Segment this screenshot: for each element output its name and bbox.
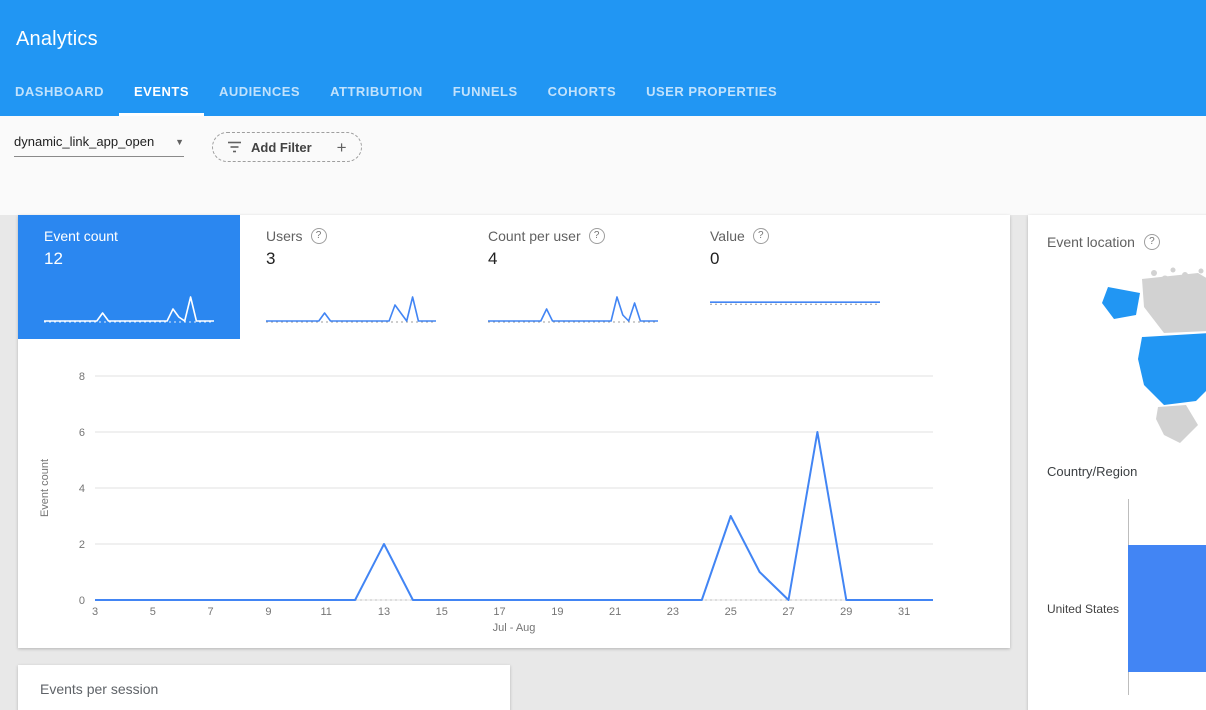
svg-text:25: 25 <box>725 606 737 618</box>
svg-text:Jul - Aug: Jul - Aug <box>493 622 536 634</box>
help-icon[interactable]: ? <box>753 228 769 244</box>
svg-text:11: 11 <box>320 606 331 618</box>
svg-text:21: 21 <box>609 606 621 618</box>
metric-value: 0 <box>710 249 880 269</box>
help-icon[interactable]: ? <box>1144 234 1160 250</box>
svg-text:15: 15 <box>436 606 448 618</box>
country-bar-row: United States <box>1028 545 1206 672</box>
tab-events[interactable]: EVENTS <box>119 70 204 116</box>
event-selector-value: dynamic_link_app_open <box>14 134 154 149</box>
help-icon[interactable]: ? <box>589 228 605 244</box>
country-bar-label: United States <box>1028 602 1128 616</box>
help-icon[interactable]: ? <box>311 228 327 244</box>
plus-icon: + <box>337 139 347 156</box>
metric-label: Count per user <box>488 228 581 244</box>
metric-sparkline <box>266 288 436 329</box>
svg-text:8: 8 <box>79 371 85 383</box>
metric-tile-event-count[interactable]: Event count 12 <box>18 215 240 339</box>
metric-value: 3 <box>266 249 436 269</box>
tab-user-properties[interactable]: USER PROPERTIES <box>631 70 792 116</box>
svg-text:29: 29 <box>840 606 852 618</box>
svg-text:7: 7 <box>208 606 214 618</box>
metric-sparkline <box>488 288 658 329</box>
country-region-label: Country/Region <box>1047 464 1137 479</box>
map-mexico <box>1156 405 1198 443</box>
svg-text:19: 19 <box>551 606 563 618</box>
metric-tile-users[interactable]: Users? 3 <box>240 215 462 339</box>
tab-dashboard[interactable]: DASHBOARD <box>0 70 119 116</box>
svg-text:2: 2 <box>79 539 85 551</box>
metric-label: Event count <box>44 228 118 244</box>
metric-label-row: Event count <box>44 228 214 244</box>
svg-text:4: 4 <box>79 483 85 495</box>
page-title: Analytics <box>16 28 98 51</box>
event-location-title-row: Event location ? <box>1047 234 1160 250</box>
svg-text:9: 9 <box>265 606 271 618</box>
country-bar-chart: United States <box>1028 499 1206 672</box>
tab-bar: DASHBOARDEVENTSAUDIENCESATTRIBUTIONFUNNE… <box>0 70 1206 116</box>
svg-text:6: 6 <box>79 427 85 439</box>
filter-icon <box>227 141 242 153</box>
metric-sparkline <box>710 288 880 329</box>
dropdown-caret-icon: ▼ <box>175 137 184 147</box>
tab-cohorts[interactable]: COHORTS <box>533 70 632 116</box>
map-alaska-highlighted <box>1102 287 1140 319</box>
metric-sparkline <box>44 288 214 329</box>
analytics-screen: Analytics DASHBOARDEVENTSAUDIENCESATTRIB… <box>0 0 1206 710</box>
metric-label: Value <box>710 228 745 244</box>
svg-text:31: 31 <box>898 606 910 618</box>
events-per-session-title: Events per session <box>40 681 158 697</box>
event-location-card: Event location ? Country/Reg <box>1028 215 1206 710</box>
svg-text:13: 13 <box>378 606 390 618</box>
svg-text:23: 23 <box>667 606 679 618</box>
world-map[interactable] <box>1046 263 1206 459</box>
metric-tile-count-per-user[interactable]: Count per user? 4 <box>462 215 684 339</box>
metric-label-row: Count per user? <box>488 228 658 244</box>
event-metrics-card: Event count 12 Users? 3 Count per user? 4 Valu… <box>18 215 1010 648</box>
svg-text:3: 3 <box>92 606 98 618</box>
metric-label-row: Users? <box>266 228 436 244</box>
event-count-line-chart: 0 2 4 6 8 3 5 7 9 11 13 15 17 19 21 23 25 27 29 31 Jul - Aug… <box>18 345 998 645</box>
metric-label: Users <box>266 228 303 244</box>
tab-attribution[interactable]: ATTRIBUTION <box>315 70 438 116</box>
tab-audiences[interactable]: AUDIENCES <box>204 70 315 116</box>
svg-text:17: 17 <box>493 606 505 618</box>
metric-value: 4 <box>488 249 658 269</box>
metric-label-row: Value? <box>710 228 880 244</box>
event-location-title: Event location <box>1047 234 1135 250</box>
event-selector-dropdown[interactable]: dynamic_link_app_open ▼ <box>14 134 184 157</box>
metric-value: 12 <box>44 249 214 269</box>
filter-bar: dynamic_link_app_open ▼ Add Filter + <box>0 116 1206 215</box>
tab-funnels[interactable]: FUNNELS <box>438 70 533 116</box>
map-united-states-highlighted <box>1138 333 1206 405</box>
svg-text:27: 27 <box>782 606 794 618</box>
country-bar[interactable] <box>1128 545 1206 672</box>
events-per-session-card: Events per session <box>18 665 510 710</box>
svg-text:Event count: Event count <box>39 459 51 517</box>
add-filter-button[interactable]: Add Filter + <box>212 132 362 162</box>
svg-text:5: 5 <box>150 606 156 618</box>
add-filter-label: Add Filter <box>251 140 312 155</box>
app-header: Analytics <box>0 0 1206 70</box>
metric-tile-value[interactable]: Value? 0 <box>684 215 906 339</box>
svg-text:0: 0 <box>79 595 85 607</box>
map-canada <box>1142 273 1206 333</box>
metric-tiles: Event count 12 Users? 3 Count per user? 4 Valu… <box>18 215 1010 339</box>
